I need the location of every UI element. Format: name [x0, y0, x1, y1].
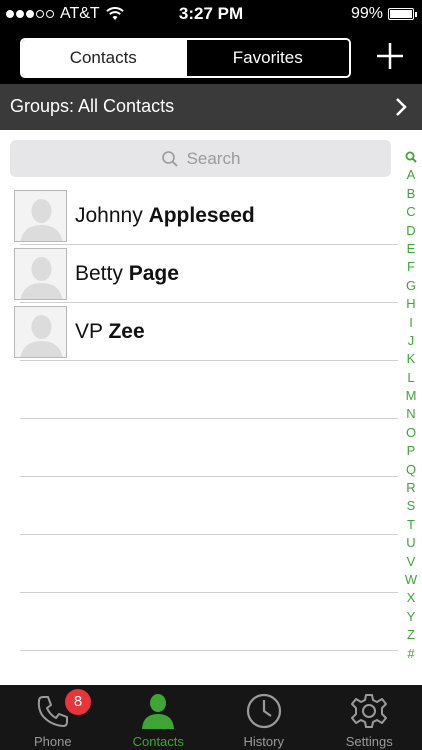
index-letter[interactable]: B: [400, 185, 422, 203]
search-icon: [161, 150, 178, 167]
index-letter[interactable]: Z: [400, 626, 422, 644]
list-item[interactable]: Betty Page: [0, 245, 398, 303]
index-letter[interactable]: S: [400, 497, 422, 515]
contact-name: VP Zee: [75, 320, 145, 344]
plus-icon[interactable]: [372, 38, 408, 74]
index-letter[interactable]: H: [400, 295, 422, 313]
empty-row: [0, 535, 398, 593]
contact-list: Johnny Appleseed Betty Page VP Zee: [0, 187, 398, 651]
index-letter[interactable]: W: [400, 571, 422, 589]
contact-name: Johnny Appleseed: [75, 204, 255, 228]
groups-label: Groups: All Contacts: [10, 96, 175, 116]
empty-row: [0, 419, 398, 477]
index-letter[interactable]: Y: [400, 608, 422, 626]
contacts-favorites-segmented-control: Contacts Favorites: [20, 38, 351, 78]
index-letter[interactable]: P: [400, 442, 422, 460]
tab-contacts-bottom[interactable]: Contacts: [106, 685, 212, 750]
index-letter[interactable]: X: [400, 589, 422, 607]
person-placeholder-icon: [15, 191, 66, 241]
list-item[interactable]: VP Zee: [0, 303, 398, 361]
avatar: [14, 190, 67, 242]
index-letter[interactable]: T: [400, 516, 422, 534]
list-item[interactable]: Johnny Appleseed: [0, 187, 398, 245]
search-icon: [405, 151, 417, 163]
index-letter[interactable]: J: [400, 332, 422, 350]
avatar: [14, 306, 67, 358]
tab-label: Settings: [345, 734, 393, 749]
index-letter[interactable]: G: [400, 277, 422, 295]
index-letter[interactable]: E: [400, 240, 422, 258]
search-placeholder: Search: [186, 148, 241, 168]
battery-percent: 99%: [350, 5, 383, 22]
index-letter[interactable]: L: [400, 369, 422, 387]
battery-tip: [415, 12, 417, 17]
battery-icon: [388, 8, 417, 20]
contact-last-name: Zee: [108, 320, 145, 343]
gear-icon: [351, 694, 388, 728]
clock-icon: [246, 693, 281, 729]
index-letter[interactable]: #: [400, 645, 422, 663]
chevron-right-icon: [396, 98, 407, 116]
index-letter[interactable]: D: [400, 222, 422, 240]
tab-contacts[interactable]: Contacts: [22, 40, 185, 76]
index-letter[interactable]: A: [400, 166, 422, 184]
tab-settings[interactable]: Settings: [317, 685, 422, 750]
index-letter[interactable]: Q: [400, 461, 422, 479]
tab-history[interactable]: History: [211, 685, 317, 750]
tab-label: Phone: [33, 734, 72, 749]
index-search-item[interactable]: [400, 148, 422, 166]
empty-row: [0, 593, 398, 651]
index-letter[interactable]: F: [400, 258, 422, 276]
index-letter[interactable]: N: [400, 405, 422, 423]
person-icon: [142, 694, 175, 729]
empty-row: [0, 361, 398, 419]
person-placeholder-icon: [15, 307, 66, 357]
status-right: 99%: [350, 5, 417, 23]
tab-phone[interactable]: 8 Phone: [0, 685, 106, 750]
index-letter[interactable]: U: [400, 534, 422, 552]
index-letter[interactable]: I: [400, 314, 422, 332]
contact-first-name: Johnny: [75, 204, 143, 227]
tab-label: History: [243, 734, 284, 749]
search-input[interactable]: Search: [10, 140, 391, 177]
person-placeholder-icon: [15, 249, 66, 299]
tab-label: Contacts: [132, 734, 184, 749]
contact-last-name: Page: [128, 262, 179, 285]
tab-bar: 8 Phone Contacts History Settings: [0, 685, 422, 750]
index-letter[interactable]: C: [400, 203, 422, 221]
avatar: [14, 248, 67, 300]
index-letter[interactable]: V: [400, 553, 422, 571]
index-letter[interactable]: M: [400, 387, 422, 405]
empty-row: [0, 477, 398, 535]
index-letter[interactable]: K: [400, 350, 422, 368]
top-nav: Contacts Favorites: [0, 28, 422, 84]
contact-first-name: Betty: [75, 262, 123, 285]
alphabet-index[interactable]: A B C D E F G H I J K L M N O P Q R S T U V W X Y Z #: [400, 148, 422, 663]
status-bar: AT&T 3:27 PM 99%: [0, 0, 422, 28]
tab-favorites[interactable]: Favorites: [184, 40, 349, 76]
contact-name: Betty Page: [75, 262, 179, 286]
index-letter[interactable]: R: [400, 479, 422, 497]
battery-fill: [390, 10, 412, 18]
index-letter[interactable]: O: [400, 424, 422, 442]
phone-badge: 8: [65, 689, 91, 715]
contact-first-name: VP: [75, 320, 103, 343]
contact-last-name: Appleseed: [148, 204, 255, 227]
groups-selector[interactable]: Groups: All Contacts: [0, 84, 422, 130]
